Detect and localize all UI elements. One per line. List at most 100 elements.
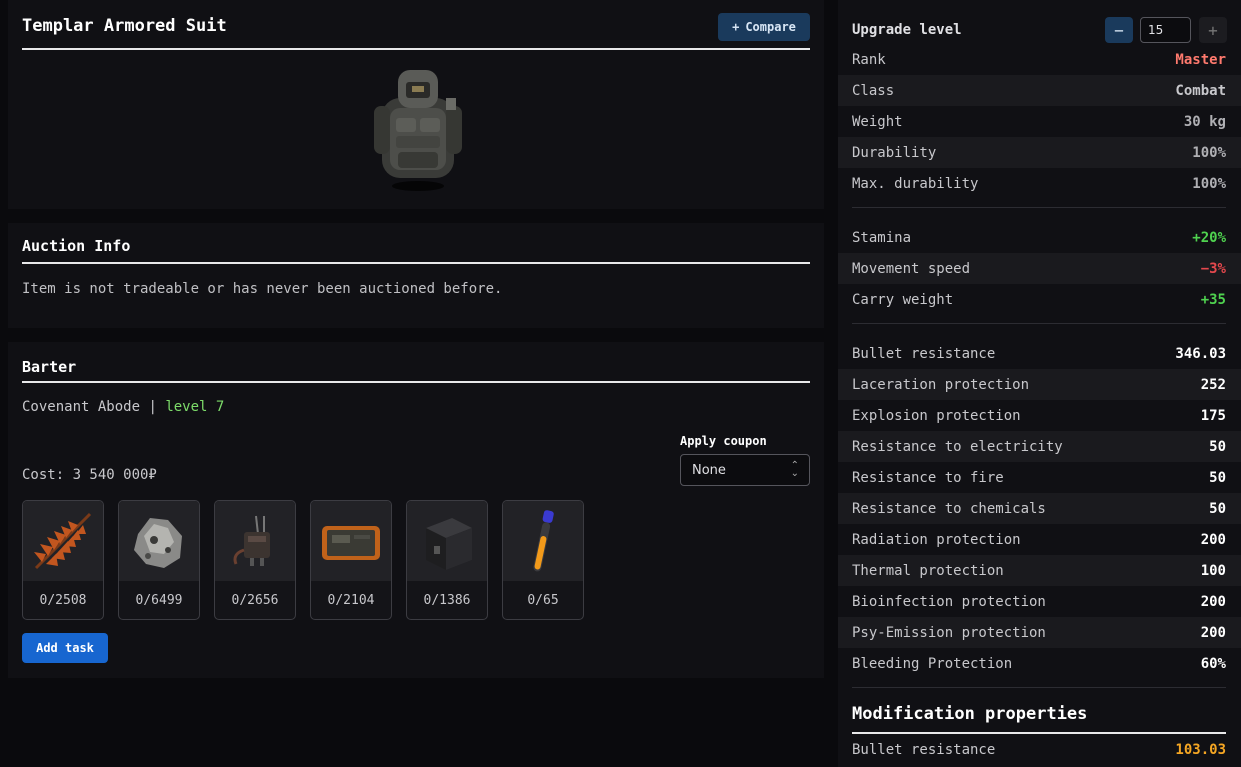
stat-row-fire: Resistance to fire 50 — [838, 462, 1241, 493]
stat-row-class: Class Combat — [838, 75, 1241, 106]
stat-row-explosion: Explosion protection 175 — [838, 400, 1241, 431]
upgrade-decrement-button[interactable]: − — [1105, 17, 1133, 43]
barter-item[interactable]: 0/2508 — [22, 500, 104, 620]
stat-label: Psy-Emission protection — [852, 624, 1046, 641]
plus-icon: + — [732, 20, 740, 34]
stat-value: 103.03 — [1175, 741, 1226, 758]
item-quantity: 0/2656 — [231, 592, 279, 608]
coupon-select[interactable]: None ⌃ ⌄ — [680, 454, 810, 486]
stat-row-thermal: Thermal protection 100 — [838, 555, 1241, 586]
stat-row-bullet-resistance: Bullet resistance 346.03 — [838, 338, 1241, 369]
compare-button[interactable]: + Compare — [718, 13, 810, 41]
stat-row-movement-speed: Movement speed −3% — [838, 253, 1241, 284]
vendor-level: level 7 — [165, 399, 225, 415]
stat-label: Stamina — [852, 229, 912, 246]
battery-icon — [407, 501, 487, 581]
stat-label: Thermal protection — [852, 562, 1004, 579]
stat-value: 60% — [1200, 655, 1226, 672]
stat-label: Movement speed — [852, 260, 971, 277]
barter-title: Barter — [22, 358, 810, 383]
stats-panel: Upgrade level − 15 + Rank Master Class C… — [838, 0, 1241, 767]
stat-row-durability: Durability 100% — [838, 137, 1241, 168]
stat-label: Resistance to electricity — [852, 438, 1063, 455]
stat-label: Bioinfection protection — [852, 593, 1046, 610]
stat-label: Bleeding Protection — [852, 655, 1013, 672]
item-quantity: 0/6499 — [135, 592, 183, 608]
stat-row-stamina: Stamina +20% — [838, 222, 1241, 253]
stat-row-laceration: Laceration protection 252 — [838, 369, 1241, 400]
stat-label: Bullet resistance — [852, 741, 996, 758]
divider — [852, 323, 1226, 324]
stat-label: Resistance to fire — [852, 469, 1004, 486]
stat-row-chemicals: Resistance to chemicals 50 — [838, 493, 1241, 524]
device-icon — [215, 501, 295, 581]
coupon-label: Apply coupon — [680, 434, 767, 448]
auction-title: Auction Info — [22, 237, 810, 264]
stat-value: 346.03 — [1175, 345, 1226, 362]
modification-properties-title: Modification properties — [852, 704, 1226, 734]
stat-value: 200 — [1200, 531, 1226, 548]
divider — [852, 687, 1226, 688]
stat-row-electricity: Resistance to electricity 50 — [838, 431, 1241, 462]
auction-text: Item is not tradeable or has never been … — [22, 281, 503, 297]
barter-item[interactable]: 0/2656 — [214, 500, 296, 620]
vendor-separator: | — [148, 399, 157, 415]
item-quantity: 0/1386 — [423, 592, 471, 608]
ore-rock-icon — [119, 501, 199, 581]
divider — [852, 207, 1226, 208]
stat-value: 30 kg — [1183, 113, 1226, 130]
upgrade-level-input[interactable]: 15 — [1140, 17, 1191, 43]
stat-value: 100 — [1200, 562, 1226, 579]
compare-label: Compare — [745, 20, 796, 34]
vial-icon — [503, 501, 583, 581]
mod-row-bullet-resistance: Bullet resistance 103.03 — [838, 734, 1241, 765]
stat-label: Weight — [852, 113, 903, 130]
stat-row-bioinfection: Bioinfection protection 200 — [838, 586, 1241, 617]
stat-label: Rank — [852, 51, 886, 68]
tablet-icon — [311, 501, 391, 581]
item-quantity: 0/65 — [527, 592, 559, 608]
fern-icon — [23, 501, 103, 581]
stat-label: Bullet resistance — [852, 345, 996, 362]
item-quantity: 0/2104 — [327, 592, 375, 608]
upgrade-level-label: Upgrade level — [852, 22, 962, 38]
stat-row-rank: Rank Master — [838, 44, 1241, 75]
item-quantity: 0/2508 — [39, 592, 87, 608]
plus-icon: + — [1208, 20, 1218, 40]
armor-suit-image — [372, 68, 464, 194]
barter-item[interactable]: 0/65 — [502, 500, 584, 620]
barter-item[interactable]: 0/1386 — [406, 500, 488, 620]
stat-value: 175 — [1200, 407, 1226, 424]
stat-label: Resistance to chemicals — [852, 500, 1046, 517]
upgrade-increment-button[interactable]: + — [1199, 17, 1227, 43]
stat-row-carry-weight: Carry weight +35 — [838, 284, 1241, 315]
barter-items: 0/2508 0/6499 0/2656 0/2104 0/1386 0/65 — [22, 500, 584, 620]
stat-value: 50 — [1209, 438, 1226, 455]
updown-chevron-icon: ⌃ ⌄ — [790, 460, 799, 479]
stat-label: Max. durability — [852, 175, 979, 192]
stat-value: Master — [1175, 51, 1226, 68]
stat-value: 50 — [1209, 469, 1226, 486]
stat-value: 100% — [1192, 144, 1226, 161]
coupon-value: None — [692, 462, 726, 478]
minus-icon: − — [1114, 20, 1124, 40]
barter-item[interactable]: 0/2104 — [310, 500, 392, 620]
add-task-button[interactable]: Add task — [22, 633, 108, 663]
stat-label: Laceration protection — [852, 376, 1030, 393]
auction-panel: Auction Info Item is not tradeable or ha… — [8, 223, 824, 328]
stat-label: Class — [852, 82, 895, 99]
stat-label: Durability — [852, 144, 937, 161]
item-panel: Templar Armored Suit + Compare — [8, 0, 824, 209]
stat-value: 100% — [1192, 175, 1226, 192]
vendor-line: Covenant Abode | level 7 — [22, 399, 224, 415]
stat-row-psy-emission: Psy-Emission protection 200 — [838, 617, 1241, 648]
stat-value: 200 — [1200, 624, 1226, 641]
stat-value: 50 — [1209, 500, 1226, 517]
stat-row-max-durability: Max. durability 100% — [838, 168, 1241, 199]
barter-item[interactable]: 0/6499 — [118, 500, 200, 620]
item-title: Templar Armored Suit — [22, 16, 810, 50]
cost: Cost: 3 540 000₽ — [22, 467, 157, 483]
stat-value: 200 — [1200, 593, 1226, 610]
stat-value: −3% — [1200, 260, 1226, 277]
stat-row-radiation: Radiation protection 200 — [838, 524, 1241, 555]
